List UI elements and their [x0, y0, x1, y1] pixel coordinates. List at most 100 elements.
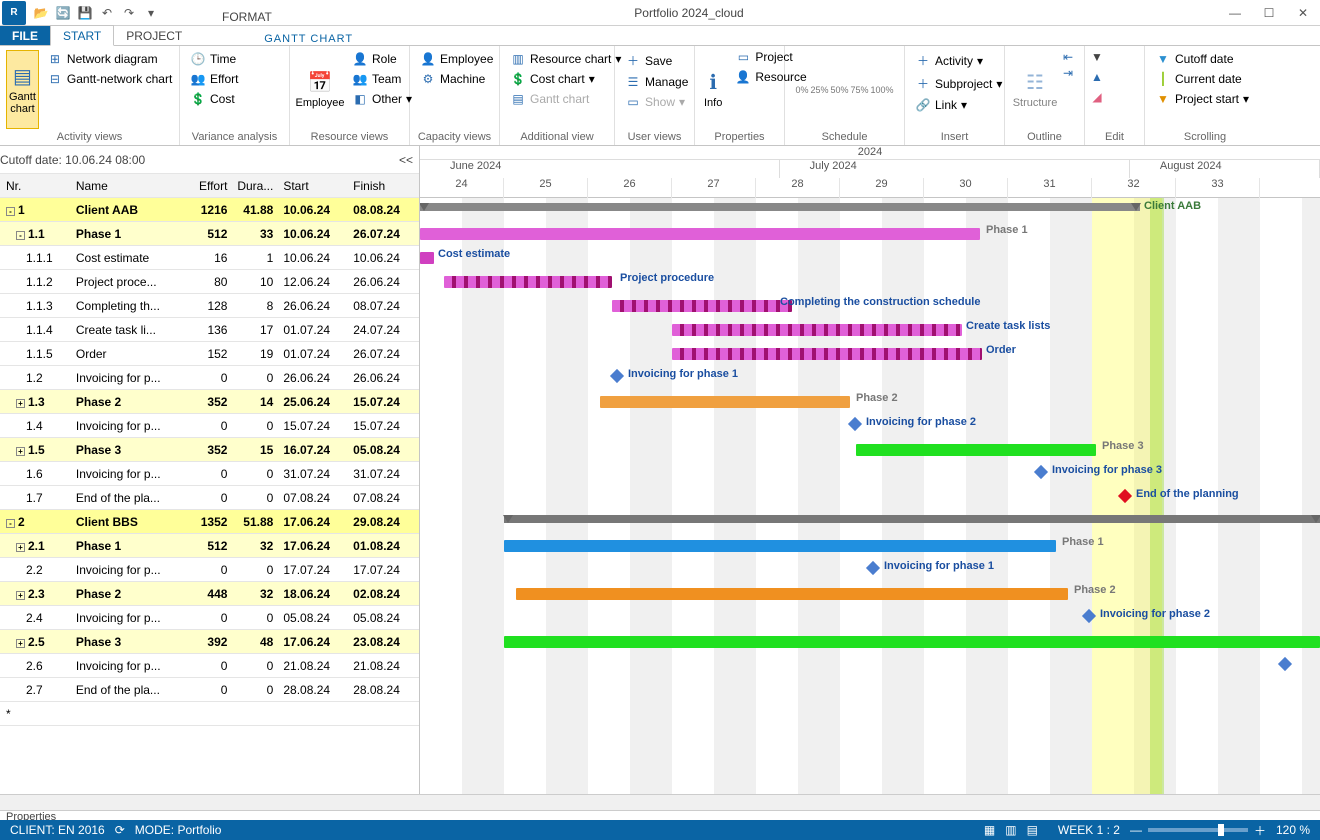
zoom-out-button[interactable]: — [1130, 823, 1142, 837]
milestone[interactable] [1278, 657, 1292, 671]
milestone[interactable] [848, 417, 862, 431]
table-row[interactable]: 2.7End of the pla...0028.08.2428.08.24 [0, 678, 419, 702]
table-row[interactable]: 1.1.4Create task li...1361701.07.2424.07… [0, 318, 419, 342]
employee-view-button[interactable]: 📅Employee [296, 50, 344, 129]
gantt-bar[interactable] [504, 636, 1320, 648]
gantt-row[interactable] [420, 654, 1320, 678]
gantt-row[interactable]: Phase 2 [420, 390, 1320, 414]
view-icon-3[interactable]: ▤ [1017, 823, 1048, 837]
gantt-network-button[interactable]: ⊟Gantt-network chart [43, 70, 176, 88]
qat-undo-icon[interactable]: ↶ [98, 4, 116, 22]
milestone[interactable] [866, 561, 880, 575]
summary-bar[interactable] [420, 203, 1140, 211]
gantt-row[interactable]: Phase 2 [420, 582, 1320, 606]
gantt-bar[interactable] [612, 300, 792, 312]
gantt-row[interactable]: Invoicing for phase 1 [420, 366, 1320, 390]
col-name-header[interactable]: Name [72, 179, 188, 193]
network-diagram-button[interactable]: ⊞Network diagram [43, 50, 176, 68]
gantt-row[interactable] [420, 630, 1320, 654]
table-row[interactable]: +2.5Phase 33924817.06.2423.08.24 [0, 630, 419, 654]
table-row[interactable]: 1.2Invoicing for p...0026.06.2426.06.24 [0, 366, 419, 390]
milestone[interactable] [1118, 489, 1132, 503]
gantt-bar[interactable] [444, 276, 612, 288]
team-button[interactable]: 👥Team [348, 70, 416, 88]
table-row[interactable]: +2.3Phase 24483218.06.2402.08.24 [0, 582, 419, 606]
expand-toggle[interactable]: - [16, 231, 25, 240]
schedule-50-icon[interactable]: 50% [830, 85, 848, 95]
table-row[interactable]: 1.1.5Order1521901.07.2426.07.24 [0, 342, 419, 366]
gantt-row[interactable]: Phase 3 [420, 438, 1320, 462]
project-prop-button[interactable]: ▭Project [731, 48, 810, 66]
tab-project[interactable]: PROJECT [114, 26, 194, 45]
gantt-bar[interactable] [420, 228, 980, 240]
cost-chart-button[interactable]: 💲Cost chart ▾ [506, 70, 625, 88]
insert-activity-button[interactable]: ＋Activity ▾ [911, 50, 1006, 71]
expand-toggle[interactable]: - [6, 207, 15, 216]
gantt-chart-button[interactable]: ▤ Gantt chart [6, 50, 39, 129]
zoom-slider[interactable] [1148, 828, 1248, 832]
gantt-bar[interactable] [856, 444, 1096, 456]
gantt-row[interactable]: Client AAB [420, 198, 1320, 222]
cost-button[interactable]: 💲Cost [186, 90, 242, 108]
table-row[interactable]: 1.1.1Cost estimate16110.06.2410.06.24 [0, 246, 419, 270]
horizontal-scrollbar[interactable] [0, 794, 1320, 810]
resource-prop-button[interactable]: 👤Resource [731, 68, 810, 86]
gantt-bar[interactable] [504, 540, 1056, 552]
expand-toggle[interactable]: + [16, 543, 25, 552]
minimize-button[interactable]: — [1218, 0, 1252, 26]
gantt-row[interactable]: Invoicing for phase 1 [420, 558, 1320, 582]
expand-toggle[interactable]: + [16, 591, 25, 600]
table-row[interactable]: +1.5Phase 33521516.07.2405.08.24 [0, 438, 419, 462]
gantt-row[interactable]: Cost estimate [420, 246, 1320, 270]
filter-icon[interactable]: ▼ [1091, 50, 1103, 64]
move-up-icon[interactable]: ▲ [1091, 70, 1103, 84]
tab-format[interactable]: FORMAT [210, 7, 284, 26]
gantt-bar[interactable] [516, 588, 1068, 600]
table-row[interactable]: 2.4Invoicing for p...0005.08.2405.08.24 [0, 606, 419, 630]
capacity-machine-button[interactable]: ⚙Machine [416, 70, 497, 88]
summary-bar[interactable] [504, 515, 1320, 523]
table-row[interactable]: -1.1Phase 15123310.06.2426.07.24 [0, 222, 419, 246]
table-row[interactable]: 2.6Invoicing for p...0021.08.2421.08.24 [0, 654, 419, 678]
tab-start[interactable]: START [50, 25, 114, 46]
gantt-bar[interactable] [672, 348, 982, 360]
expand-toggle[interactable]: + [16, 399, 25, 408]
project-start-button[interactable]: ▼Project start ▾ [1151, 90, 1253, 108]
table-row[interactable]: 1.1.3Completing th...128826.06.2408.07.2… [0, 294, 419, 318]
view-icon-1[interactable]: ▦ [974, 823, 1005, 837]
insert-subproject-button[interactable]: ＋Subproject ▾ [911, 73, 1006, 94]
schedule-75-icon[interactable]: 75% [851, 85, 869, 95]
schedule-25-icon[interactable]: 25% [810, 85, 828, 95]
close-button[interactable]: ✕ [1286, 0, 1320, 26]
qat-refresh-icon[interactable]: 🔄 [54, 4, 72, 22]
table-row[interactable]: 1.1.2Project proce...801012.06.2426.06.2… [0, 270, 419, 294]
capacity-employee-button[interactable]: 👤Employee [416, 50, 497, 68]
other-button[interactable]: ◧Other ▾ [348, 90, 416, 108]
table-row[interactable]: 1.4Invoicing for p...0015.07.2415.07.24 [0, 414, 419, 438]
expand-toggle[interactable]: + [16, 639, 25, 648]
col-finish-header[interactable]: Finish [349, 179, 419, 193]
table-row[interactable]: -1Client AAB121641.8810.06.2408.08.24 [0, 198, 419, 222]
gantt-bar[interactable] [420, 252, 434, 264]
manage-view-button[interactable]: ☰Manage [621, 73, 692, 91]
save-view-button[interactable]: ＋Save [621, 50, 692, 71]
col-dur-header[interactable]: Dura... [233, 179, 279, 193]
table-row[interactable]: 2.2Invoicing for p...0017.07.2417.07.24 [0, 558, 419, 582]
schedule-100-icon[interactable]: 100% [871, 85, 894, 95]
table-row[interactable]: +2.1Phase 15123217.06.2401.08.24 [0, 534, 419, 558]
indent-icon[interactable]: ⇥ [1063, 66, 1073, 80]
gantt-row[interactable]: End of the planning [420, 486, 1320, 510]
gantt-row[interactable]: Order [420, 342, 1320, 366]
maximize-button[interactable]: ☐ [1252, 0, 1286, 26]
expand-toggle[interactable]: - [6, 519, 15, 528]
zoom-in-button[interactable]: ＋ [1254, 822, 1266, 839]
gantt-row[interactable]: Invoicing for phase 2 [420, 414, 1320, 438]
gantt-pane[interactable]: 2024 June 2024 July 2024 August 2024 242… [420, 146, 1320, 810]
qat-open-icon[interactable]: 📂 [32, 4, 50, 22]
role-button[interactable]: 👤Role [348, 50, 416, 68]
col-start-header[interactable]: Start [279, 179, 349, 193]
gantt-row[interactable]: Phase 1 [420, 222, 1320, 246]
table-row[interactable]: 1.6Invoicing for p...0031.07.2431.07.24 [0, 462, 419, 486]
gantt-row[interactable]: Invoicing for phase 2 [420, 606, 1320, 630]
resource-chart-button[interactable]: ▥Resource chart ▾ [506, 50, 625, 68]
